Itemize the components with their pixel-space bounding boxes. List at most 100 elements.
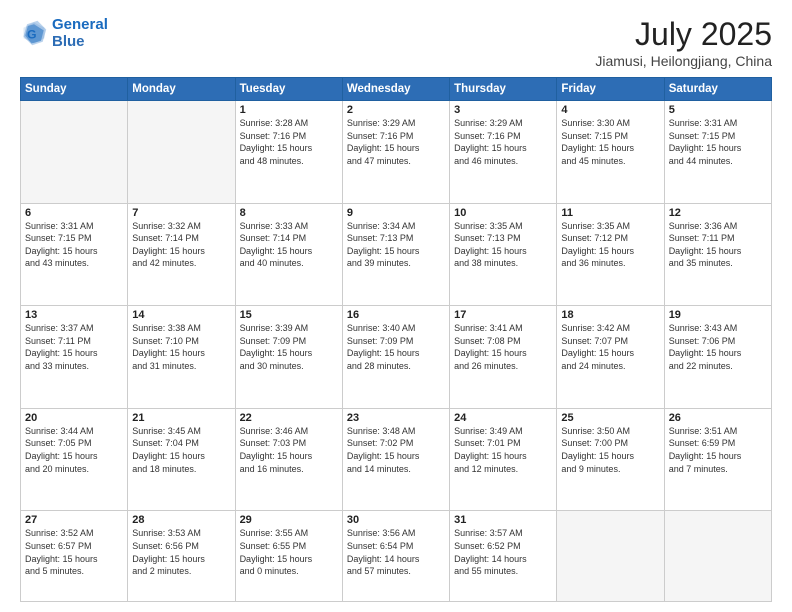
day-info: Sunrise: 3:36 AM Sunset: 7:11 PM Dayligh… — [669, 220, 767, 270]
table-row: 8Sunrise: 3:33 AM Sunset: 7:14 PM Daylig… — [235, 203, 342, 306]
day-number: 16 — [347, 309, 445, 321]
table-row: 20Sunrise: 3:44 AM Sunset: 7:05 PM Dayli… — [21, 408, 128, 511]
day-number: 28 — [132, 514, 230, 526]
day-info: Sunrise: 3:38 AM Sunset: 7:10 PM Dayligh… — [132, 322, 230, 372]
day-number: 24 — [454, 412, 552, 424]
day-number: 5 — [669, 104, 767, 116]
day-info: Sunrise: 3:40 AM Sunset: 7:09 PM Dayligh… — [347, 322, 445, 372]
day-info: Sunrise: 3:32 AM Sunset: 7:14 PM Dayligh… — [132, 220, 230, 270]
day-info: Sunrise: 3:57 AM Sunset: 6:52 PM Dayligh… — [454, 527, 552, 577]
day-number: 15 — [240, 309, 338, 321]
table-row: 12Sunrise: 3:36 AM Sunset: 7:11 PM Dayli… — [664, 203, 771, 306]
calendar-header-row: Sunday Monday Tuesday Wednesday Thursday… — [21, 78, 772, 101]
day-number: 4 — [561, 104, 659, 116]
day-info: Sunrise: 3:48 AM Sunset: 7:02 PM Dayligh… — [347, 425, 445, 475]
calendar-week-row: 27Sunrise: 3:52 AM Sunset: 6:57 PM Dayli… — [21, 511, 772, 602]
day-info: Sunrise: 3:33 AM Sunset: 7:14 PM Dayligh… — [240, 220, 338, 270]
table-row: 9Sunrise: 3:34 AM Sunset: 7:13 PM Daylig… — [342, 203, 449, 306]
day-number: 23 — [347, 412, 445, 424]
table-row: 18Sunrise: 3:42 AM Sunset: 7:07 PM Dayli… — [557, 306, 664, 409]
table-row: 22Sunrise: 3:46 AM Sunset: 7:03 PM Dayli… — [235, 408, 342, 511]
col-sunday: Sunday — [21, 78, 128, 101]
day-number: 11 — [561, 207, 659, 219]
col-wednesday: Wednesday — [342, 78, 449, 101]
logo: G General Blue — [20, 16, 108, 50]
day-info: Sunrise: 3:30 AM Sunset: 7:15 PM Dayligh… — [561, 117, 659, 167]
day-info: Sunrise: 3:29 AM Sunset: 7:16 PM Dayligh… — [347, 117, 445, 167]
table-row: 23Sunrise: 3:48 AM Sunset: 7:02 PM Dayli… — [342, 408, 449, 511]
table-row: 7Sunrise: 3:32 AM Sunset: 7:14 PM Daylig… — [128, 203, 235, 306]
calendar-week-row: 1Sunrise: 3:28 AM Sunset: 7:16 PM Daylig… — [21, 101, 772, 204]
day-info: Sunrise: 3:46 AM Sunset: 7:03 PM Dayligh… — [240, 425, 338, 475]
table-row — [557, 511, 664, 602]
day-info: Sunrise: 3:49 AM Sunset: 7:01 PM Dayligh… — [454, 425, 552, 475]
day-info: Sunrise: 3:55 AM Sunset: 6:55 PM Dayligh… — [240, 527, 338, 577]
day-info: Sunrise: 3:35 AM Sunset: 7:12 PM Dayligh… — [561, 220, 659, 270]
day-info: Sunrise: 3:28 AM Sunset: 7:16 PM Dayligh… — [240, 117, 338, 167]
table-row: 4Sunrise: 3:30 AM Sunset: 7:15 PM Daylig… — [557, 101, 664, 204]
table-row — [664, 511, 771, 602]
page: G General Blue July 2025 Jiamusi, Heilon… — [0, 0, 792, 612]
table-row: 21Sunrise: 3:45 AM Sunset: 7:04 PM Dayli… — [128, 408, 235, 511]
table-row: 13Sunrise: 3:37 AM Sunset: 7:11 PM Dayli… — [21, 306, 128, 409]
day-number: 14 — [132, 309, 230, 321]
subtitle: Jiamusi, Heilongjiang, China — [595, 53, 772, 69]
day-info: Sunrise: 3:50 AM Sunset: 7:00 PM Dayligh… — [561, 425, 659, 475]
day-number: 6 — [25, 207, 123, 219]
calendar-table: Sunday Monday Tuesday Wednesday Thursday… — [20, 77, 772, 602]
day-number: 13 — [25, 309, 123, 321]
table-row: 14Sunrise: 3:38 AM Sunset: 7:10 PM Dayli… — [128, 306, 235, 409]
col-monday: Monday — [128, 78, 235, 101]
day-info: Sunrise: 3:42 AM Sunset: 7:07 PM Dayligh… — [561, 322, 659, 372]
table-row: 30Sunrise: 3:56 AM Sunset: 6:54 PM Dayli… — [342, 511, 449, 602]
day-number: 10 — [454, 207, 552, 219]
day-info: Sunrise: 3:43 AM Sunset: 7:06 PM Dayligh… — [669, 322, 767, 372]
day-number: 17 — [454, 309, 552, 321]
calendar-week-row: 13Sunrise: 3:37 AM Sunset: 7:11 PM Dayli… — [21, 306, 772, 409]
table-row: 29Sunrise: 3:55 AM Sunset: 6:55 PM Dayli… — [235, 511, 342, 602]
table-row: 16Sunrise: 3:40 AM Sunset: 7:09 PM Dayli… — [342, 306, 449, 409]
col-saturday: Saturday — [664, 78, 771, 101]
col-thursday: Thursday — [450, 78, 557, 101]
table-row: 31Sunrise: 3:57 AM Sunset: 6:52 PM Dayli… — [450, 511, 557, 602]
day-number: 1 — [240, 104, 338, 116]
table-row: 2Sunrise: 3:29 AM Sunset: 7:16 PM Daylig… — [342, 101, 449, 204]
day-info: Sunrise: 3:41 AM Sunset: 7:08 PM Dayligh… — [454, 322, 552, 372]
day-number: 12 — [669, 207, 767, 219]
day-number: 8 — [240, 207, 338, 219]
table-row: 11Sunrise: 3:35 AM Sunset: 7:12 PM Dayli… — [557, 203, 664, 306]
day-info: Sunrise: 3:53 AM Sunset: 6:56 PM Dayligh… — [132, 527, 230, 577]
table-row: 19Sunrise: 3:43 AM Sunset: 7:06 PM Dayli… — [664, 306, 771, 409]
day-info: Sunrise: 3:31 AM Sunset: 7:15 PM Dayligh… — [669, 117, 767, 167]
table-row: 5Sunrise: 3:31 AM Sunset: 7:15 PM Daylig… — [664, 101, 771, 204]
main-title: July 2025 — [595, 16, 772, 53]
day-info: Sunrise: 3:34 AM Sunset: 7:13 PM Dayligh… — [347, 220, 445, 270]
day-number: 2 — [347, 104, 445, 116]
day-info: Sunrise: 3:56 AM Sunset: 6:54 PM Dayligh… — [347, 527, 445, 577]
day-info: Sunrise: 3:37 AM Sunset: 7:11 PM Dayligh… — [25, 322, 123, 372]
calendar-week-row: 6Sunrise: 3:31 AM Sunset: 7:15 PM Daylig… — [21, 203, 772, 306]
day-number: 29 — [240, 514, 338, 526]
day-number: 27 — [25, 514, 123, 526]
day-number: 25 — [561, 412, 659, 424]
day-info: Sunrise: 3:51 AM Sunset: 6:59 PM Dayligh… — [669, 425, 767, 475]
table-row: 27Sunrise: 3:52 AM Sunset: 6:57 PM Dayli… — [21, 511, 128, 602]
day-info: Sunrise: 3:39 AM Sunset: 7:09 PM Dayligh… — [240, 322, 338, 372]
table-row: 10Sunrise: 3:35 AM Sunset: 7:13 PM Dayli… — [450, 203, 557, 306]
day-number: 22 — [240, 412, 338, 424]
logo-text: General Blue — [52, 16, 108, 50]
day-number: 31 — [454, 514, 552, 526]
table-row: 24Sunrise: 3:49 AM Sunset: 7:01 PM Dayli… — [450, 408, 557, 511]
header: G General Blue July 2025 Jiamusi, Heilon… — [20, 16, 772, 69]
col-tuesday: Tuesday — [235, 78, 342, 101]
table-row: 6Sunrise: 3:31 AM Sunset: 7:15 PM Daylig… — [21, 203, 128, 306]
table-row: 17Sunrise: 3:41 AM Sunset: 7:08 PM Dayli… — [450, 306, 557, 409]
title-block: July 2025 Jiamusi, Heilongjiang, China — [595, 16, 772, 69]
day-info: Sunrise: 3:45 AM Sunset: 7:04 PM Dayligh… — [132, 425, 230, 475]
table-row: 26Sunrise: 3:51 AM Sunset: 6:59 PM Dayli… — [664, 408, 771, 511]
day-number: 26 — [669, 412, 767, 424]
day-number: 18 — [561, 309, 659, 321]
table-row — [21, 101, 128, 204]
table-row: 1Sunrise: 3:28 AM Sunset: 7:16 PM Daylig… — [235, 101, 342, 204]
svg-text:G: G — [27, 27, 37, 41]
